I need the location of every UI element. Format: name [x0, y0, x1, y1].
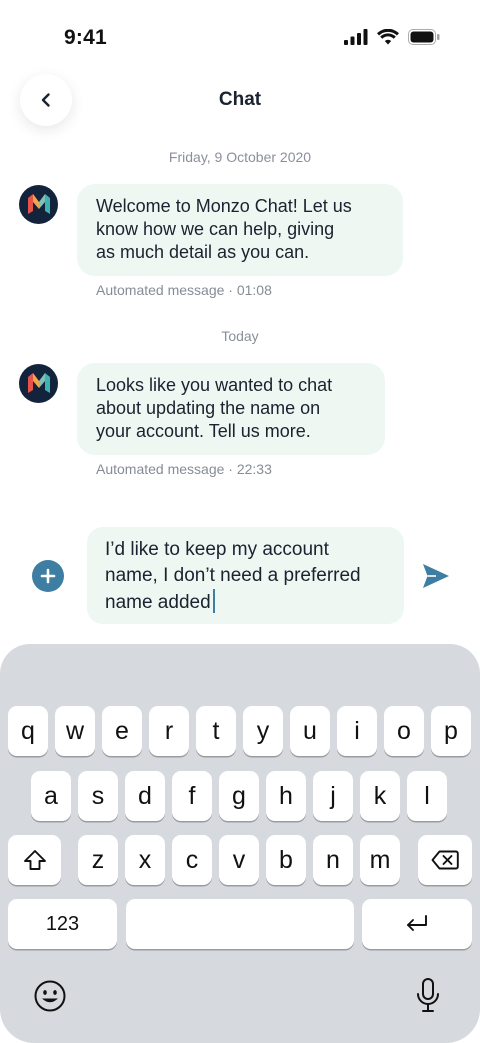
key-y[interactable]: y	[243, 706, 283, 756]
backspace-icon	[431, 850, 459, 870]
key-u[interactable]: u	[290, 706, 330, 756]
message-input[interactable]: I’d like to keep my account name, I don’…	[87, 527, 404, 624]
key-s[interactable]: s	[78, 771, 118, 821]
key-d[interactable]: d	[125, 771, 165, 821]
key-o[interactable]: o	[384, 706, 424, 756]
message-input-line: name, I don’t need a preferred	[105, 565, 361, 586]
emoji-button[interactable]	[32, 978, 68, 1014]
key-x[interactable]: x	[125, 835, 165, 885]
key-g[interactable]: g	[219, 771, 259, 821]
key-q[interactable]: q	[8, 706, 48, 756]
numbers-key[interactable]: 123	[8, 899, 117, 949]
status-bar: 9:41	[0, 0, 480, 76]
return-key[interactable]	[362, 899, 472, 949]
page-title: Chat	[218, 89, 262, 110]
key-p[interactable]: p	[431, 706, 471, 756]
plus-icon	[40, 568, 56, 584]
avatar	[19, 185, 58, 224]
emoji-icon	[34, 980, 66, 1012]
avatar	[19, 364, 58, 403]
text-caret	[212, 589, 215, 613]
monzo-logo-icon	[27, 372, 50, 393]
message-line: Welcome to Monzo Chat! Let us	[96, 196, 352, 216]
message-meta: Automated message · 01:08	[96, 282, 272, 298]
key-e[interactable]: e	[102, 706, 142, 756]
status-time: 9:41	[64, 26, 107, 49]
cellular-signal-icon	[344, 29, 368, 45]
key-a[interactable]: a	[31, 771, 71, 821]
keyboard: q w e r t y u i o p a s d f g h j k l z …	[0, 644, 480, 1043]
message-line: your account. Tell us more.	[96, 421, 311, 441]
delete-key[interactable]	[418, 835, 472, 885]
battery-icon	[408, 29, 440, 45]
message-bubble: Welcome to Monzo Chat! Let us know how w…	[77, 184, 403, 276]
key-t[interactable]: t	[196, 706, 236, 756]
send-button[interactable]	[420, 561, 452, 591]
key-i[interactable]: i	[337, 706, 377, 756]
shift-icon	[23, 850, 46, 870]
return-icon	[407, 915, 427, 931]
message-line: know how we can help, giving	[96, 219, 335, 239]
wifi-icon	[377, 29, 399, 45]
key-f[interactable]: f	[172, 771, 212, 821]
message-line: Looks like you wanted to chat	[96, 375, 333, 395]
message-input-line: I’d like to keep my account	[105, 539, 329, 560]
space-key[interactable]	[126, 899, 354, 949]
key-b[interactable]: b	[266, 835, 306, 885]
key-w[interactable]: w	[55, 706, 95, 756]
date-separator: Today	[221, 328, 259, 344]
key-h[interactable]: h	[266, 771, 306, 821]
message-meta: Automated message · 22:33	[96, 461, 272, 477]
key-k[interactable]: k	[360, 771, 400, 821]
date-separator: Friday, 9 October 2020	[168, 149, 312, 165]
key-v[interactable]: v	[219, 835, 259, 885]
message-input-line-last: name added	[105, 589, 386, 616]
shift-key[interactable]	[8, 835, 61, 885]
message-bubble: Looks like you wanted to chat about upda…	[77, 363, 385, 455]
message-line: as much detail as you can.	[96, 242, 310, 262]
key-j[interactable]: j	[313, 771, 353, 821]
add-attachment-button[interactable]	[32, 560, 64, 592]
key-m[interactable]: m	[360, 835, 400, 885]
key-l[interactable]: l	[407, 771, 447, 821]
key-r[interactable]: r	[149, 706, 189, 756]
monzo-logo-icon	[27, 193, 50, 214]
message-input-line: name added	[105, 592, 211, 613]
message-line: about updating the name on	[96, 398, 321, 418]
key-n[interactable]: n	[313, 835, 353, 885]
key-z[interactable]: z	[78, 835, 118, 885]
key-c[interactable]: c	[172, 835, 212, 885]
send-icon	[423, 564, 449, 588]
dictation-button[interactable]	[412, 976, 444, 1016]
microphone-icon	[417, 978, 439, 1012]
status-icons	[344, 29, 440, 45]
